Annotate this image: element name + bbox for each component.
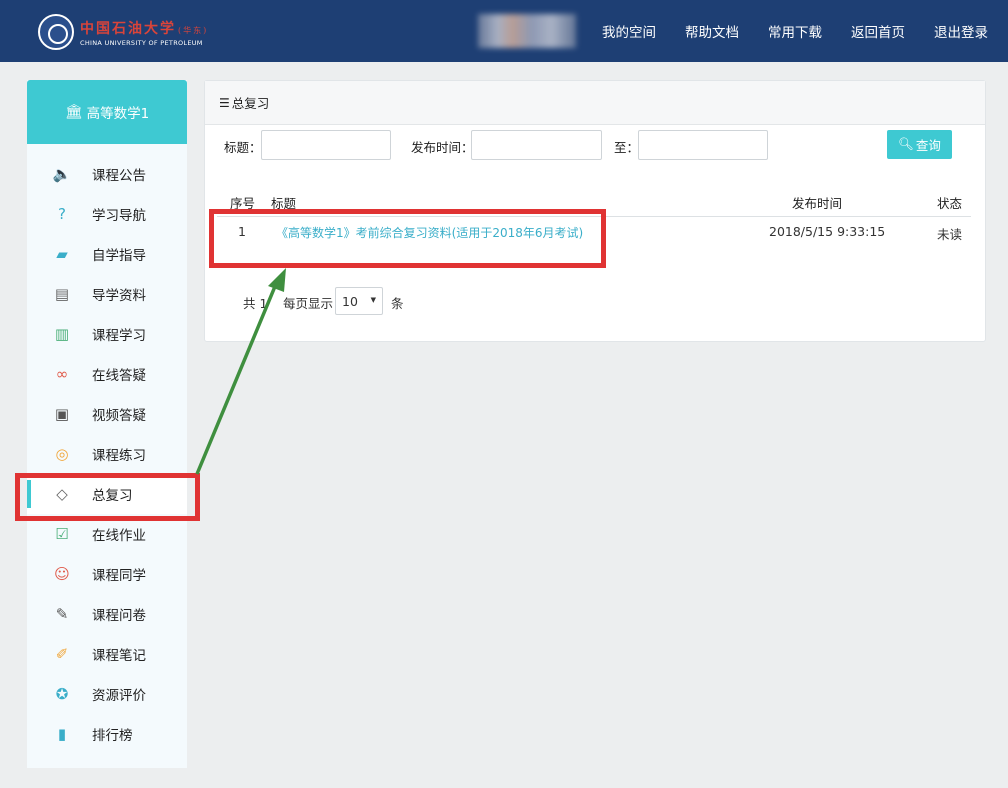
arrow-head-icon bbox=[268, 268, 286, 292]
arrow-shaft bbox=[195, 283, 278, 475]
annotation-arrow bbox=[195, 268, 286, 475]
